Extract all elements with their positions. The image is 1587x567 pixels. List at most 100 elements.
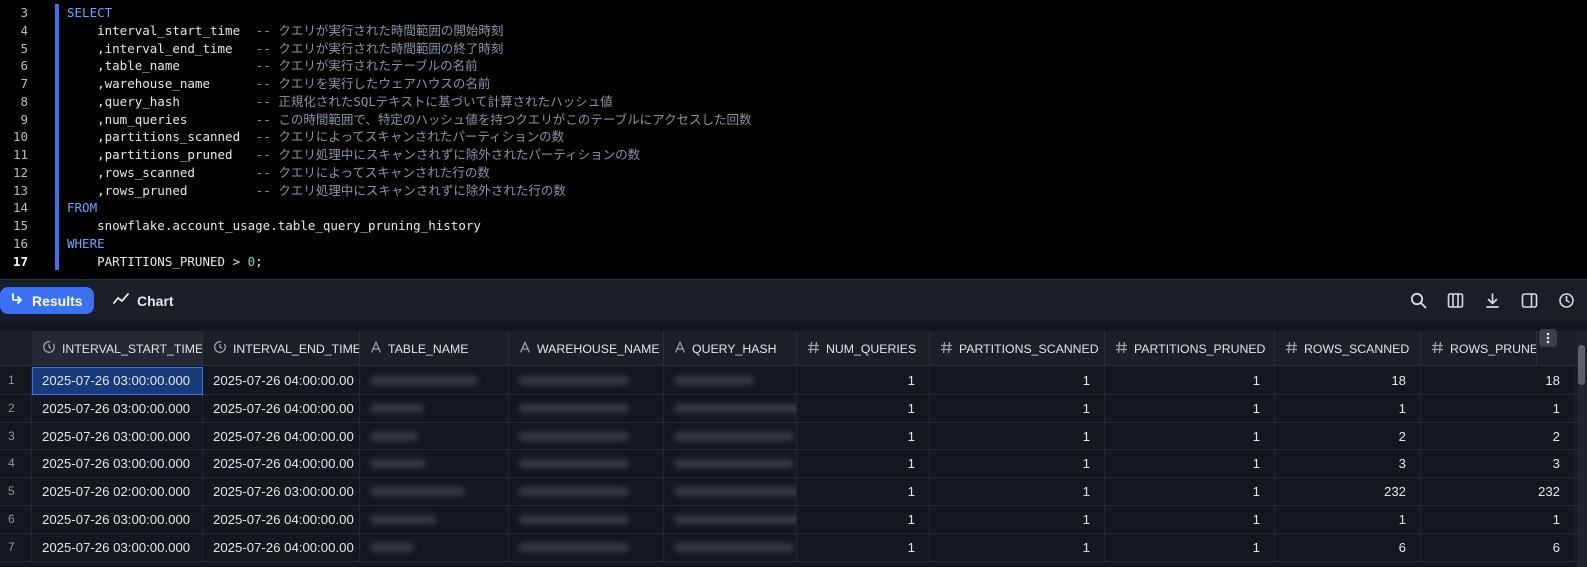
history-icon[interactable] [1557,288,1575,312]
cell-interval-end[interactable]: 2025-07-26 04:00:00.00 [203,450,360,479]
column-header[interactable]: ROWS_PRUNE [1421,331,1537,366]
cell-query-hash[interactable] [664,422,797,451]
results-grid[interactable]: INTERVAL_START_TIME INTERVAL_END_TIME TABL… [0,321,1587,567]
cell-table-name[interactable] [360,422,509,451]
column-header[interactable]: WAREHOUSE_NAME [509,331,664,366]
cell-num-queries[interactable]: 1 [797,506,930,534]
cell-table-name[interactable] [360,367,509,395]
cell-interval-start[interactable]: 2025-07-26 03:00:00.000 [32,394,203,423]
cell-warehouse-name[interactable] [509,506,664,534]
vertical-scrollbar[interactable] [1577,331,1587,567]
cell-interval-end[interactable]: 2025-07-26 03:00:00.00 [203,478,360,506]
cell-interval-end[interactable]: 2025-07-26 04:00:00.00 [203,506,360,534]
cell-table-name[interactable] [360,506,509,534]
cell-query-hash[interactable] [664,533,797,562]
cell-partitions-scanned[interactable]: 1 [930,478,1105,506]
cell-warehouse-name[interactable] [509,478,664,506]
cell-num-queries[interactable]: 1 [797,394,930,423]
cell-partitions-scanned[interactable]: 1 [930,422,1105,451]
column-header[interactable]: NUM_QUERIES [797,331,930,366]
cell-query-hash[interactable] [664,450,797,479]
cell-num-queries[interactable]: 1 [797,533,930,562]
table-row[interactable]: 7 2025-07-26 03:00:00.000 2025-07-26 04:00… [0,533,1587,562]
cell-partitions-pruned[interactable]: 1 [1105,506,1275,534]
cell-partitions-scanned[interactable]: 1 [930,450,1105,479]
cell-partitions-scanned[interactable]: 1 [930,506,1105,534]
cell-query-hash[interactable] [664,394,797,423]
cell-partitions-pruned[interactable]: 1 [1105,367,1275,395]
cell-interval-start[interactable]: 2025-07-26 03:00:00.000 [32,422,203,451]
cell-partitions-pruned[interactable]: 1 [1105,533,1275,562]
sql-editor[interactable]: 3 4 5 6 7 8 9 10 11 12 13 14 15 16 17 SELECT interval_… [0,0,1587,279]
cell-partitions-pruned[interactable]: 1 [1105,394,1275,423]
cell-rows-pruned[interactable]: 1 [1421,506,1575,534]
split-view-icon[interactable] [1520,288,1538,312]
column-header[interactable]: INTERVAL_START_TIME [32,331,203,366]
cell-interval-end[interactable]: 2025-07-26 04:00:00.00 [203,533,360,562]
cell-table-name[interactable] [360,450,509,479]
cell-table-name[interactable] [360,478,509,506]
cell-interval-start[interactable]: 2025-07-26 03:00:00.000 [32,533,203,562]
cell-warehouse-name[interactable] [509,422,664,451]
cell-warehouse-name[interactable] [509,450,664,479]
cell-interval-end[interactable]: 2025-07-26 04:00:00.00 [203,394,360,423]
cell-rows-scanned[interactable]: 1 [1275,506,1421,534]
cell-rows-pruned[interactable]: 232 [1421,478,1575,506]
cell-rows-pruned[interactable]: 6 [1421,533,1575,562]
cell-rows-scanned[interactable]: 18 [1275,367,1421,395]
cell-rows-scanned[interactable]: 3 [1275,450,1421,479]
search-icon[interactable] [1409,288,1427,312]
table-row[interactable]: 4 2025-07-26 03:00:00.000 2025-07-26 04:00… [0,450,1587,479]
cell-query-hash[interactable] [664,367,797,395]
cell-interval-start[interactable]: 2025-07-26 02:00:00.000 [32,478,203,506]
tab-results[interactable]: Results [0,287,94,314]
cell-partitions-pruned[interactable]: 1 [1105,478,1275,506]
scrollbar-thumb[interactable] [1578,345,1585,385]
column-menu-icon[interactable] [1539,329,1557,347]
cell-interval-end[interactable]: 2025-07-26 04:00:00.00 [203,422,360,451]
cell-num-queries[interactable]: 1 [797,367,930,395]
cell-rows-scanned[interactable]: 2 [1275,422,1421,451]
cell-num-queries[interactable]: 1 [797,478,930,506]
cell-interval-start[interactable]: 2025-07-26 03:00:00.000 [32,450,203,479]
columns-icon[interactable] [1446,288,1464,312]
cell-partitions-scanned[interactable]: 1 [930,367,1105,395]
cell-rows-pruned[interactable]: 1 [1421,394,1575,423]
cell-table-name[interactable] [360,394,509,423]
cell-rows-pruned[interactable]: 2 [1421,422,1575,451]
code-area[interactable]: SELECT interval_start_time -- クエリが実行された時間… [67,4,1587,270]
table-row[interactable]: 6 2025-07-26 03:00:00.000 2025-07-26 04:00… [0,506,1587,534]
cell-partitions-scanned[interactable]: 1 [930,394,1105,423]
cell-rows-scanned[interactable]: 6 [1275,533,1421,562]
column-header[interactable]: QUERY_HASH [664,331,797,366]
cell-rows-pruned[interactable]: 18 [1421,367,1575,395]
table-row[interactable]: 1 2025-07-26 03:00:00.000 2025-07-26 04:00… [0,367,1587,395]
column-header[interactable]: INTERVAL_END_TIME [203,331,360,366]
cell-interval-start[interactable]: 2025-07-26 03:00:00.000 [32,506,203,534]
cell-num-queries[interactable]: 1 [797,450,930,479]
cell-query-hash[interactable] [664,506,797,534]
column-header[interactable]: TABLE_NAME [360,331,509,366]
cell-rows-scanned[interactable]: 1 [1275,394,1421,423]
cell-query-hash[interactable] [664,478,797,506]
cell-partitions-pruned[interactable]: 1 [1105,450,1275,479]
cell-interval-start[interactable]: 2025-07-26 03:00:00.000 [32,367,203,395]
cell-warehouse-name[interactable] [509,533,664,562]
table-row[interactable]: 3 2025-07-26 03:00:00.000 2025-07-26 04:00… [0,422,1587,451]
cell-partitions-pruned[interactable]: 1 [1105,422,1275,451]
cell-warehouse-name[interactable] [509,367,664,395]
cell-table-name[interactable] [360,533,509,562]
tab-chart[interactable]: Chart [113,287,174,314]
column-header[interactable]: PARTITIONS_SCANNED [930,331,1105,366]
column-header[interactable]: ROWS_SCANNED [1275,331,1421,366]
table-row[interactable]: 5 2025-07-26 02:00:00.000 2025-07-26 03:00… [0,478,1587,506]
cell-interval-end[interactable]: 2025-07-26 04:00:00.00 [203,367,360,395]
download-icon[interactable] [1483,288,1501,312]
cell-rows-scanned[interactable]: 232 [1275,478,1421,506]
cell-rows-pruned[interactable]: 3 [1421,450,1575,479]
cell-num-queries[interactable]: 1 [797,422,930,451]
cell-warehouse-name[interactable] [509,394,664,423]
table-row[interactable]: 2 2025-07-26 03:00:00.000 2025-07-26 04:00… [0,394,1587,423]
column-header[interactable]: PARTITIONS_PRUNED [1105,331,1275,366]
cell-partitions-scanned[interactable]: 1 [930,533,1105,562]
